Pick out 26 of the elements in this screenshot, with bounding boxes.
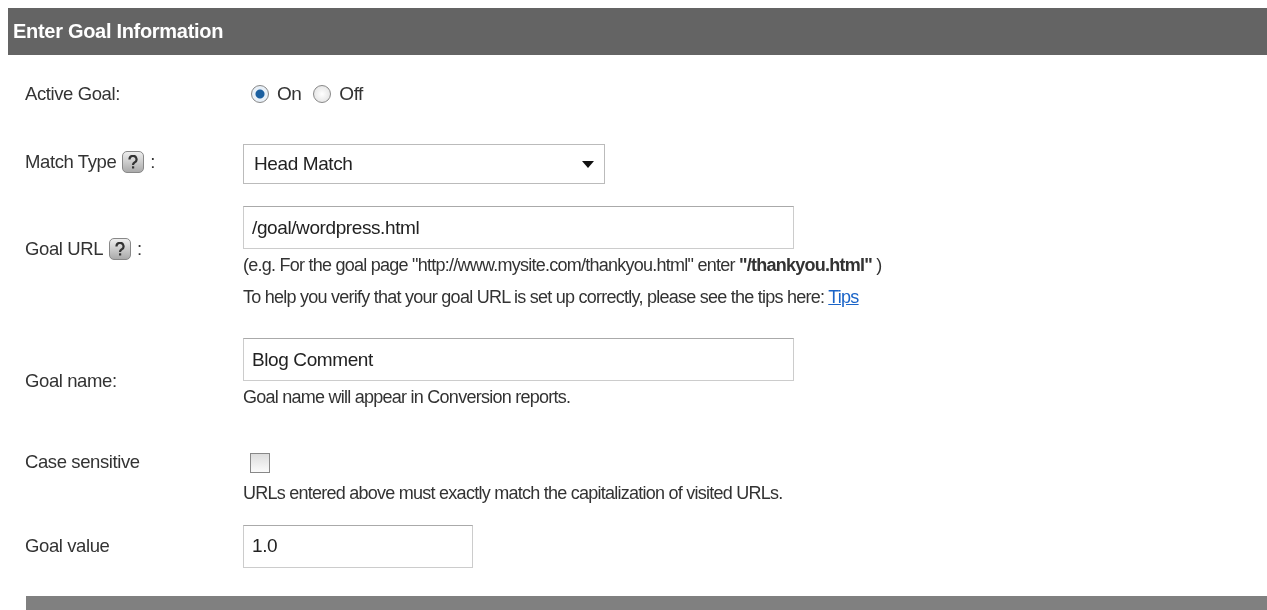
- text-field[interactable]: /goal/wordpress.html: [243, 206, 794, 249]
- label-separator: :: [150, 151, 156, 173]
- checkbox[interactable]: [250, 453, 270, 473]
- match-type-dropdown[interactable]: Head Match: [243, 144, 605, 184]
- tips-link[interactable]: Tips: [828, 287, 859, 307]
- radio-label: Off: [339, 83, 363, 105]
- help-icon[interactable]: [109, 238, 132, 260]
- help-icon[interactable]: [122, 151, 145, 173]
- text-field[interactable]: Blog Comment: [243, 338, 794, 381]
- radio-button[interactable]: [313, 85, 332, 103]
- text-field[interactable]: 1.0: [243, 524, 473, 568]
- radio-label: On: [277, 83, 302, 105]
- field-label: Active Goal:: [25, 83, 120, 105]
- field-label: Goal value: [25, 535, 110, 557]
- field-label: Goal URL: [25, 238, 104, 260]
- radio-button[interactable]: [251, 85, 269, 103]
- caret-icon: [582, 160, 594, 168]
- hint-text: URLs entered above must exactly match the capitalization of visited URLs.: [243, 482, 784, 505]
- section-header: Enter Goal Information: [8, 8, 1267, 55]
- hint-text: (e.g. For the goal page "http://www.mysite.com/thankyou.html" enter "/thankyou.html" ): [243, 254, 883, 277]
- hint-text: To help you verify that your goal URL is set up correctly, please see the tips here: Tips: [243, 286, 860, 309]
- label-separator: :: [137, 238, 142, 260]
- field-label: Goal name:: [25, 370, 117, 392]
- field-label: Match Type: [25, 151, 117, 173]
- field-label: Case sensitive: [25, 451, 140, 473]
- hint-text: Goal name will appear in Conversion reports.: [243, 386, 572, 409]
